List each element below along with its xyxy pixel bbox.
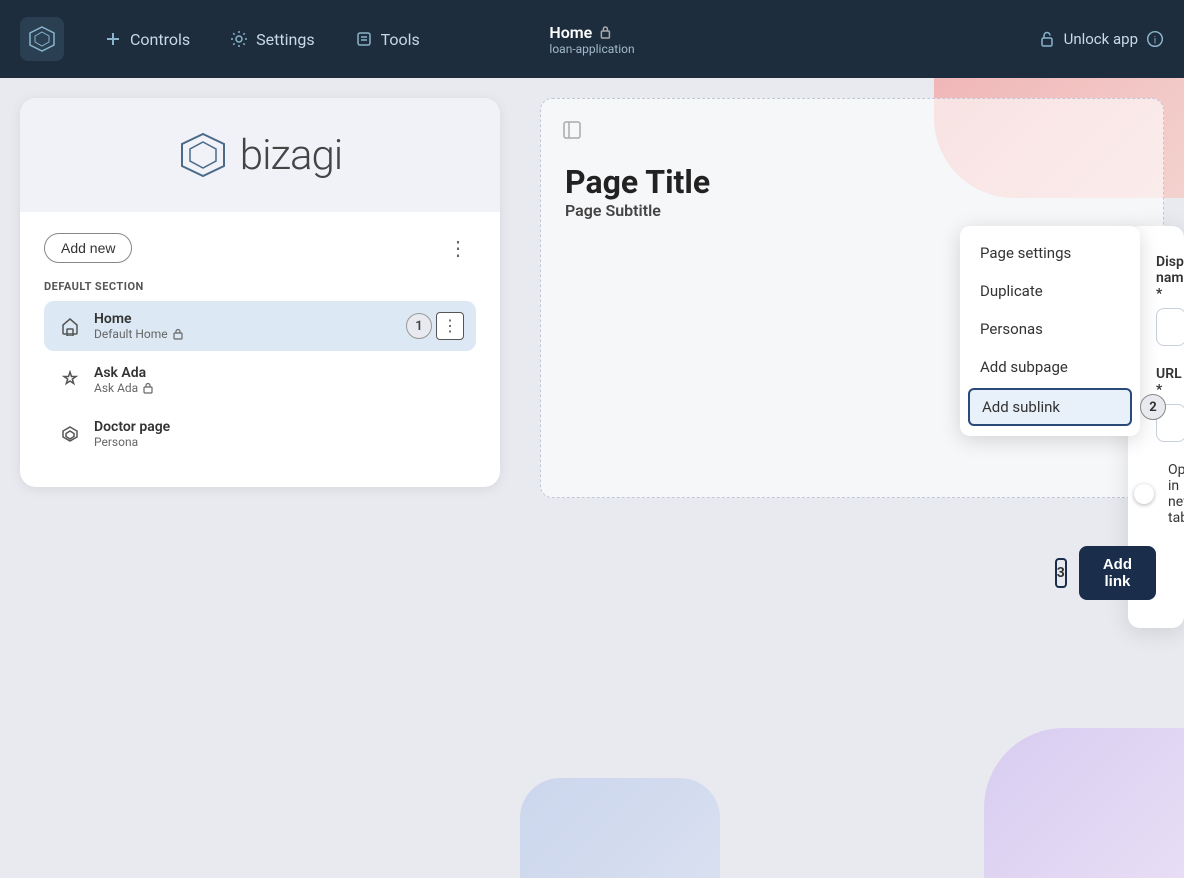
svg-text:i: i: [1154, 36, 1156, 47]
home-item-name: Home: [94, 311, 406, 327]
doctor-page-item-sub: Persona: [94, 435, 464, 449]
lock-icon: [598, 25, 612, 39]
nav-tools[interactable]: Tools: [339, 22, 436, 57]
gear-icon: [230, 30, 248, 48]
ask-ada-item-sub: Ask Ada: [94, 381, 464, 395]
display-name-input[interactable]: [1156, 308, 1184, 346]
home-icon: [56, 312, 84, 340]
add-link-button[interactable]: Add link: [1079, 546, 1156, 600]
add-new-row: Add new ⋮: [44, 232, 476, 264]
controls-label: Controls: [130, 30, 190, 49]
collapse-button[interactable]: [557, 115, 587, 145]
page-title-area: Page Title Page Subtitle: [565, 123, 1139, 220]
dropdown-menu: Page settings Duplicate Personas Add sub…: [960, 226, 1140, 436]
step-2-badge: 2: [1140, 394, 1166, 420]
panel-card: bizagi Add new ⋮ DEFAULT SECTION Home: [20, 98, 500, 487]
doctor-page-item-text: Doctor page Persona: [94, 419, 464, 449]
home-item-sub: Default Home: [94, 327, 406, 341]
lock-small-icon: [172, 328, 184, 340]
left-panel: bizagi Add new ⋮ DEFAULT SECTION Home: [0, 78, 520, 878]
info-icon: i: [1146, 30, 1164, 48]
sidebar-item-doctor-page[interactable]: Doctor page Persona: [44, 409, 476, 459]
dropdown-add-subpage[interactable]: Add subpage: [960, 348, 1140, 386]
dropdown-page-settings[interactable]: Page settings: [960, 234, 1140, 272]
settings-label: Settings: [256, 30, 314, 49]
bizagi-wordmark: bizagi: [240, 131, 342, 180]
step-1-badge: 1: [406, 313, 432, 339]
nav-center-title: Home: [549, 23, 634, 42]
nav-center-sub: loan-application: [549, 42, 634, 56]
main-area: bizagi Add new ⋮ DEFAULT SECTION Home: [0, 78, 1184, 878]
dropdown-duplicate[interactable]: Duplicate: [960, 272, 1140, 310]
kebab-menu-button[interactable]: ⋮: [436, 312, 464, 340]
step-3-badge: 3: [1055, 558, 1067, 588]
nav-settings[interactable]: Settings: [214, 22, 330, 57]
plus-icon: [104, 30, 122, 48]
open-new-tab-label: Open in new tab: [1168, 462, 1184, 526]
top-nav: Controls Settings Tools Home loan-applic…: [0, 0, 1184, 78]
tools-label: Tools: [381, 30, 420, 49]
panel-content: Add new ⋮ DEFAULT SECTION Home Default H…: [20, 212, 500, 487]
add-new-button[interactable]: Add new: [44, 233, 132, 263]
nav-controls[interactable]: Controls: [88, 22, 206, 57]
panel-logo-area: bizagi: [20, 98, 500, 212]
unlock-app-btn[interactable]: Unlock app i: [1038, 30, 1164, 48]
ask-ada-item-name: Ask Ada: [94, 365, 464, 381]
doctor-page-item-name: Doctor page: [94, 419, 464, 435]
dropdown-personas[interactable]: Personas: [960, 310, 1140, 348]
home-item-text: Home Default Home: [94, 311, 406, 341]
more-options-icon[interactable]: ⋮: [440, 232, 476, 264]
dropdown-add-sublink[interactable]: Add sublink 2: [968, 388, 1132, 426]
page-title: Page Title: [565, 163, 1139, 201]
bizagi-logo: bizagi: [178, 130, 342, 180]
toggle-knob: [1134, 484, 1154, 504]
section-label: DEFAULT SECTION: [44, 280, 476, 293]
tools-icon: [355, 30, 373, 48]
doctor-page-icon: [56, 420, 84, 448]
unlock-icon: [1038, 30, 1056, 48]
sidebar-item-home[interactable]: Home Default Home 1 ⋮: [44, 301, 476, 351]
page-subtitle: Page Subtitle: [565, 201, 1139, 220]
right-content: Page Title Page Subtitle Page settings D…: [520, 78, 1184, 878]
logo-icon: [28, 25, 56, 53]
ask-ada-icon: [56, 366, 84, 394]
ask-ada-item-text: Ask Ada Ask Ada: [94, 365, 464, 395]
bizagi-logo-icon: [178, 130, 228, 180]
sidebar-item-ask-ada[interactable]: Ask Ada Ask Ada: [44, 355, 476, 405]
lock-ada-icon: [142, 382, 154, 394]
unlock-label: Unlock app: [1064, 30, 1138, 48]
nav-center: Home loan-application: [549, 23, 634, 56]
app-logo: [20, 17, 64, 61]
